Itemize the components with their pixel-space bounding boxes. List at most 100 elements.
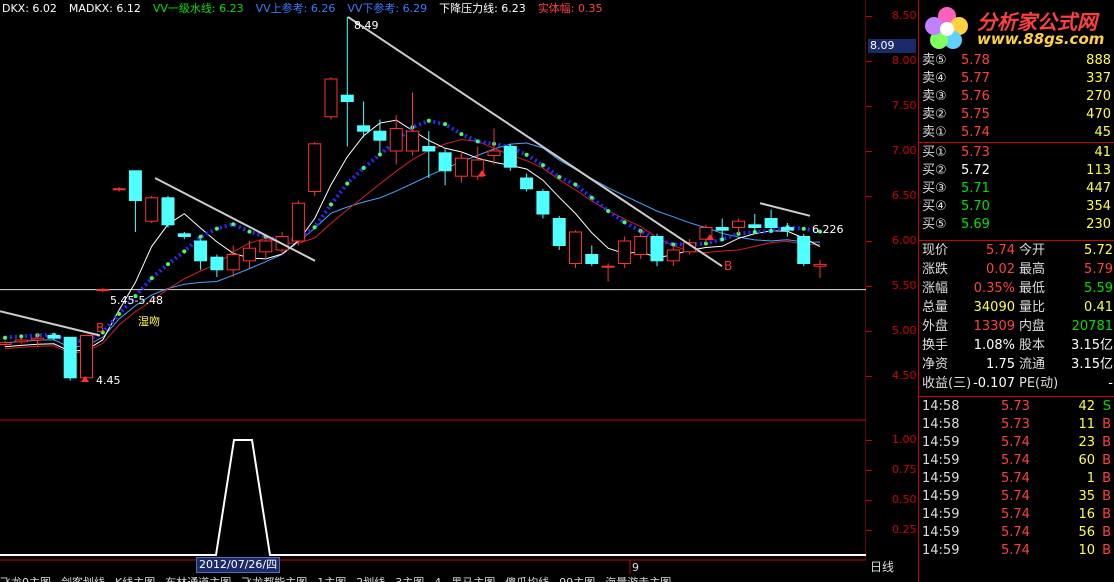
- tick-price: 5.74: [1001, 471, 1030, 486]
- indicator-tab[interactable]: 飞龙0主图: [0, 576, 51, 582]
- indicator-tab[interactable]: 剑客划线: [61, 576, 105, 582]
- legend-item: 实体幅: 0.35: [537, 2, 603, 15]
- water-line-dot: [475, 139, 480, 144]
- quote-value: 5.74: [986, 243, 1015, 258]
- water-line-dot: [182, 249, 187, 254]
- tick-row[interactable]: 14:59 5.74 23 B: [919, 434, 1114, 452]
- indicator-axis-label: 0.25: [892, 523, 917, 536]
- indicator-tab[interactable]: K线主图: [115, 576, 155, 582]
- candle-up: [96, 289, 110, 292]
- order-price: 5.73: [961, 145, 990, 160]
- water-line-dot: [361, 166, 366, 171]
- tick-time: 14:58: [922, 417, 960, 432]
- tick-row[interactable]: 14:59 5.74 1 B: [919, 470, 1114, 488]
- quote-label: 收益(三): [922, 376, 972, 391]
- indicator-tab[interactable]: 4: [434, 576, 441, 582]
- indicator-tab[interactable]: 2划线: [356, 576, 385, 582]
- kline-chart-canvas[interactable]: 8.49 4.45 5.45-5.48 湿吻 B B 6.226 9: [0, 0, 866, 582]
- price-axis-label: 6.00: [892, 234, 917, 247]
- quote-label: PE(动): [1019, 376, 1059, 391]
- candle-down: [650, 236, 664, 262]
- tick-volume: 1: [1086, 471, 1095, 486]
- quote-label: 现价: [922, 243, 949, 258]
- indicator-tab[interactable]: 布林通道主图: [165, 576, 231, 582]
- order-price: 5.69: [961, 217, 990, 232]
- water-line-dot: [540, 163, 545, 168]
- quote-label: 股本: [1019, 338, 1046, 353]
- quote-label: 流通: [1019, 357, 1046, 372]
- water-line-dot: [426, 118, 431, 123]
- tick-row[interactable]: 14:59 5.74 56 B: [919, 524, 1114, 542]
- water-line-dot: [557, 174, 562, 179]
- candle-up: [487, 150, 501, 156]
- indicator-tab[interactable]: 海量游走主图: [605, 576, 671, 582]
- indicator-tab[interactable]: 99主图: [559, 576, 595, 582]
- candle-down: [161, 197, 175, 226]
- candle-up: [813, 263, 827, 267]
- indicator-tab[interactable]: 1主图: [317, 576, 346, 582]
- water-line-dot: [19, 334, 24, 339]
- indicator-tab[interactable]: 傻瓜均线: [505, 576, 549, 582]
- quote-value: 20781: [1071, 319, 1113, 334]
- buy-order-row: 买③ 5.71 447: [919, 180, 1114, 198]
- quote-value: 13309: [973, 319, 1015, 334]
- order-price: 5.75: [961, 107, 990, 122]
- quote-value: 0.35%: [973, 281, 1015, 296]
- order-price: 5.76: [961, 89, 990, 104]
- candle-up: [0, 342, 12, 346]
- candle-up: [569, 231, 582, 264]
- tick-row[interactable]: 14:59 5.74 35 B: [919, 488, 1114, 506]
- order-label: 买③: [922, 181, 947, 196]
- quote-row: 现价 5.74 今开 5.72: [919, 242, 1114, 260]
- tick-row[interactable]: 14:58 5.73 11 B: [919, 416, 1114, 434]
- quote-value: 3.15亿: [1071, 357, 1113, 372]
- tick-volume: 16: [1078, 507, 1095, 522]
- tick-price: 5.74: [1001, 507, 1030, 522]
- tick-row[interactable]: 14:58 5.73 42 S: [919, 398, 1114, 416]
- indicator-axis-label: 1.00: [892, 433, 917, 446]
- candle-up: [601, 265, 615, 268]
- sell-order-row: 卖② 5.75 470: [919, 106, 1114, 124]
- candle-down: [780, 227, 794, 231]
- candle-up: [31, 337, 45, 341]
- indicator-axis-tick: [866, 500, 872, 501]
- indicator-tab[interactable]: 飞龙都能主图: [241, 576, 307, 582]
- tick-row[interactable]: 14:59 5.74 10 B: [919, 542, 1114, 560]
- indicator-tab[interactable]: 3主图: [395, 576, 424, 582]
- tick-row[interactable]: 14:59 5.74 16 B: [919, 506, 1114, 524]
- sell-order-row: 卖⑤ 5.78 888: [919, 52, 1114, 70]
- candle-up: [324, 78, 338, 118]
- price-axis-label: 8.50: [892, 9, 917, 22]
- kline-chart-panel[interactable]: 8.49 4.45 5.45-5.48 湿吻 B B 6.226 9 DKX: 6.02 MAD…: [0, 0, 866, 582]
- order-label: 卖②: [922, 107, 947, 122]
- period-label[interactable]: 日线: [870, 558, 894, 575]
- candle-up: [243, 247, 256, 262]
- water-line-dot: [231, 222, 236, 227]
- price-axis-label: 5.50: [892, 279, 917, 292]
- indicator-line: [0, 439, 866, 556]
- tick-time: 14:59: [922, 453, 960, 468]
- divider: [919, 396, 1114, 397]
- date-marker: 2012/07/26/四: [196, 557, 281, 573]
- water-line-dot: [459, 132, 464, 137]
- range-label: 5.45-5.48: [110, 294, 163, 307]
- tick-time: 14:59: [922, 543, 960, 558]
- order-price: 5.78: [961, 53, 990, 68]
- tick-volume: 10: [1078, 543, 1095, 558]
- candle-down: [210, 256, 224, 271]
- tick-time: 14:58: [922, 399, 960, 414]
- sell-order-row: 卖③ 5.76 270: [919, 88, 1114, 106]
- quote-value: 0.41: [1084, 300, 1113, 315]
- buy-order-row: 买④ 5.70 354: [919, 198, 1114, 216]
- order-volume: 113: [1086, 163, 1111, 178]
- indicator-tab[interactable]: 黑马主图: [451, 576, 495, 582]
- water-line-dot: [117, 311, 122, 316]
- quote-label: 内盘: [1019, 319, 1046, 334]
- tick-row[interactable]: 14:59 5.74 60 B: [919, 452, 1114, 470]
- tick-time: 14:59: [922, 525, 960, 540]
- water-line-dot: [345, 181, 350, 186]
- water-line-dot: [801, 226, 806, 231]
- price-axis-label: 4.50: [892, 369, 917, 382]
- tick-price: 5.74: [1001, 435, 1030, 450]
- indicator-tab-bar[interactable]: 飞龙0主图 剑客划线 K线主图 布林通道主图 飞龙都能主图 1主图 2划线 3主图 4 黑马主图 傻…: [0, 574, 866, 582]
